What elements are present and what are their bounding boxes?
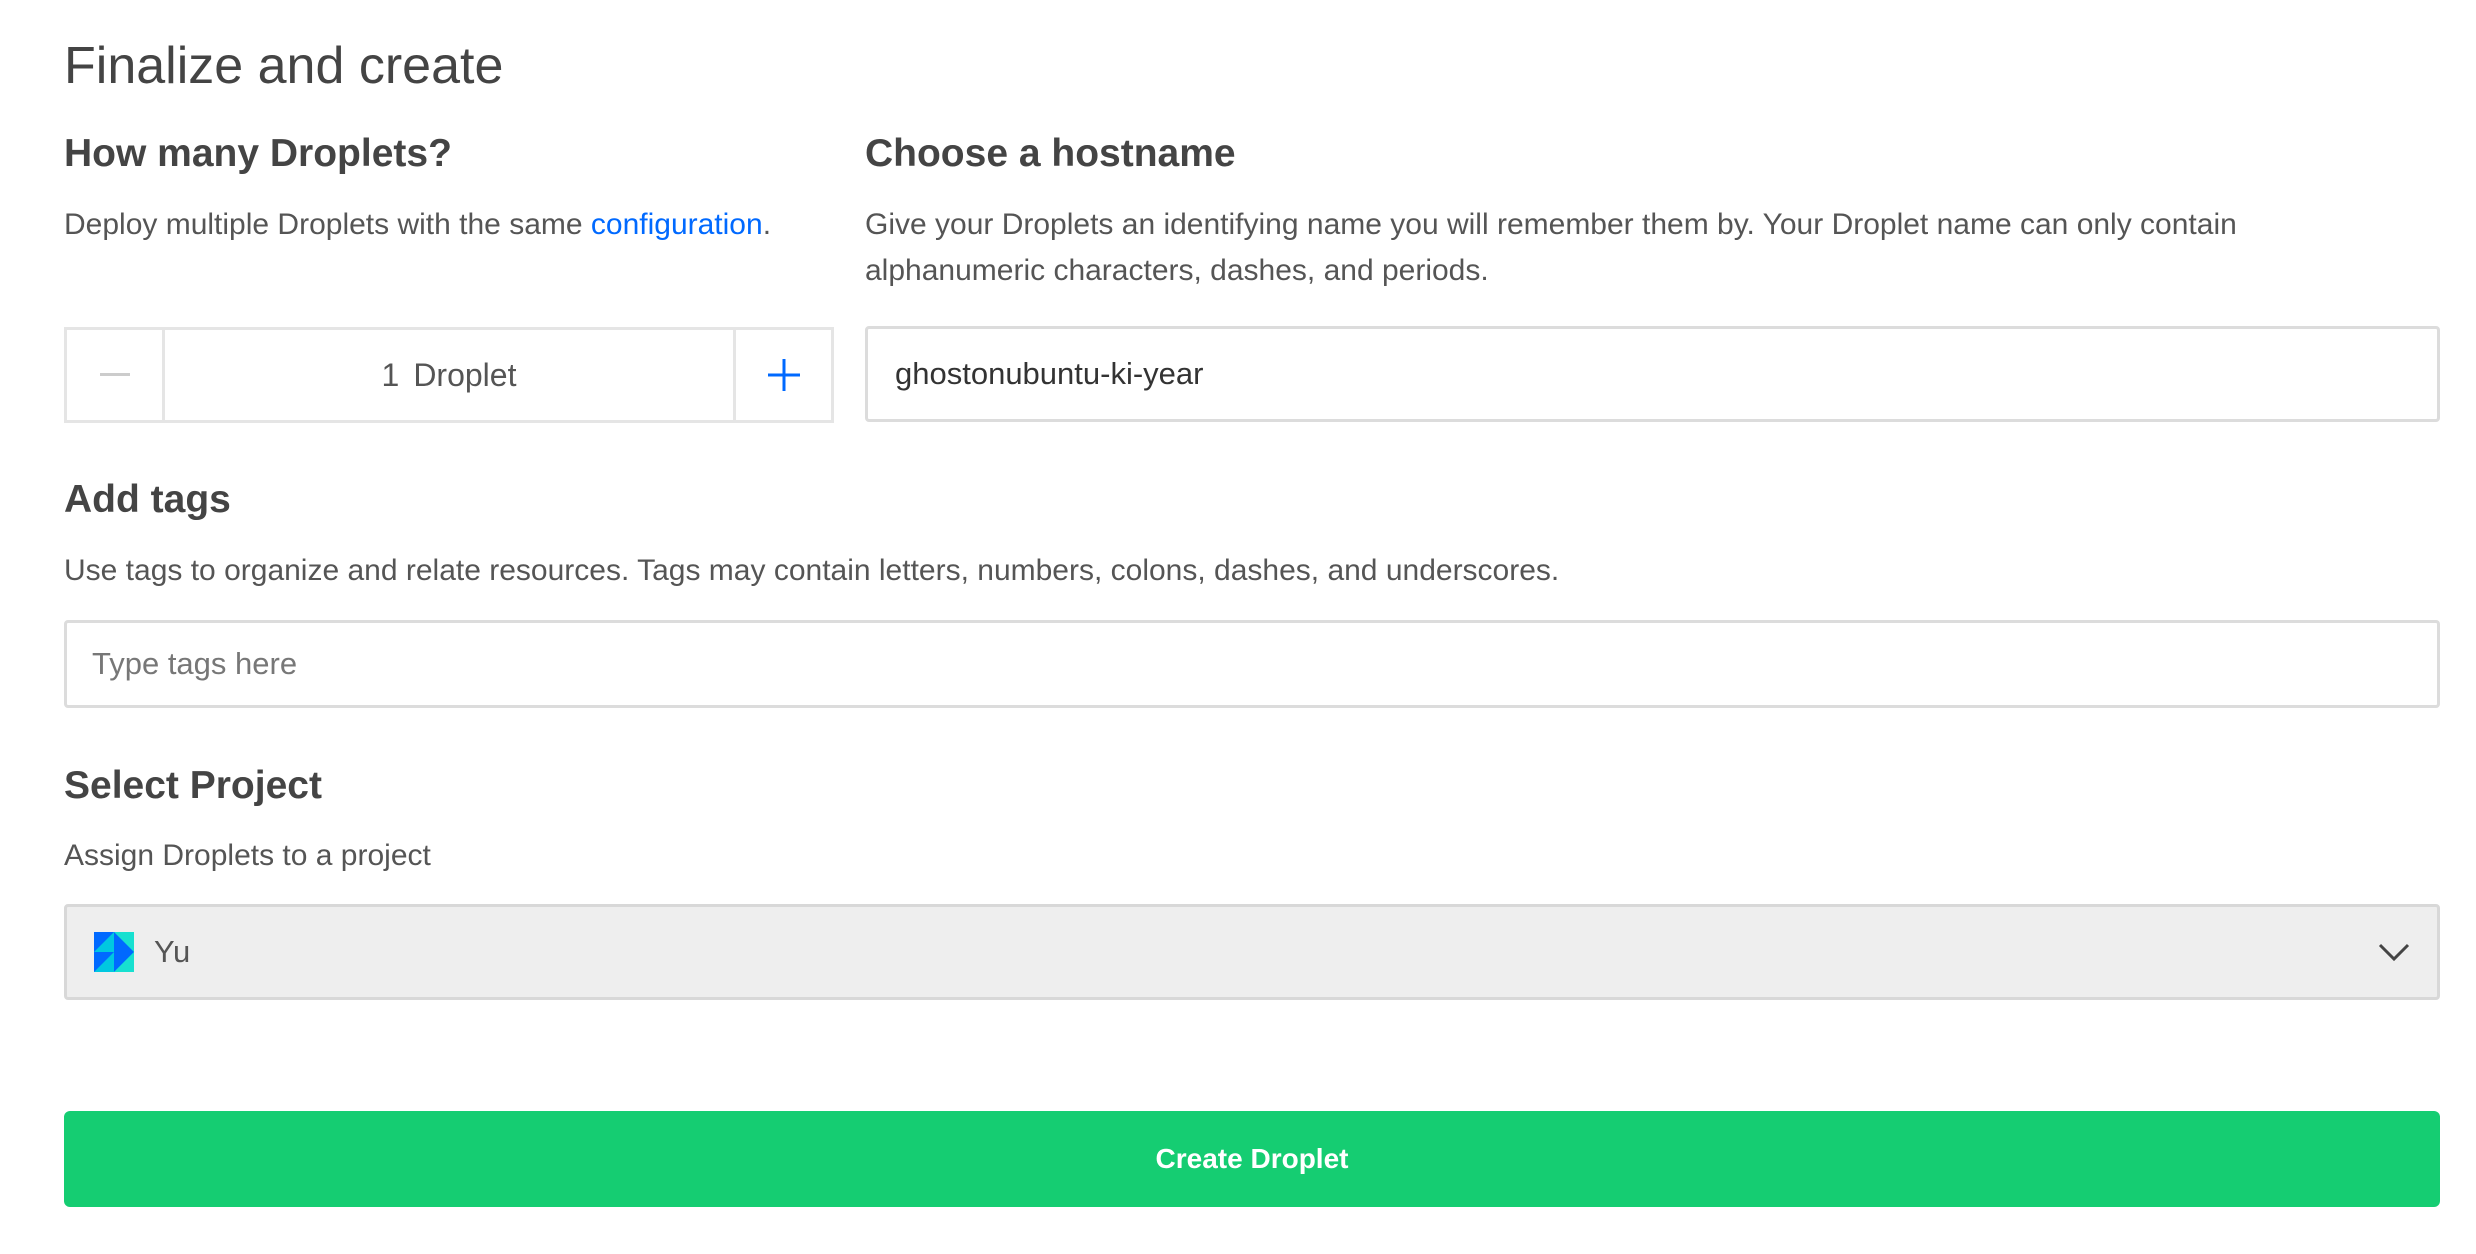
hostname-description-line-2: alphanumeric characters, dashes, and per…: [865, 254, 1489, 287]
hostname-input[interactable]: [865, 326, 2440, 422]
droplet-count-heading: How many Droplets?: [64, 132, 452, 175]
tags-heading: Add tags: [64, 478, 231, 521]
minus-icon: [99, 373, 130, 376]
droplet-count-description: Deploy multiple Droplets with the same c…: [64, 202, 771, 248]
project-select[interactable]: Yu: [64, 904, 2440, 1000]
hostname-description-line-1: Give your Droplets an identifying name y…: [865, 208, 2237, 241]
project-logo-icon: [94, 932, 134, 972]
create-droplet-button[interactable]: Create Droplet: [64, 1111, 2440, 1207]
project-heading: Select Project: [64, 764, 322, 807]
droplet-count-value: 1 Droplet: [165, 330, 733, 420]
project-description: Assign Droplets to a project: [64, 839, 431, 872]
hostname-heading: Choose a hostname: [865, 132, 1236, 175]
finalize-and-create-section: Finalize and create How many Droplets? D…: [0, 0, 2476, 1254]
droplet-count-stepper: 1 Droplet: [64, 327, 834, 423]
plus-icon: [767, 359, 800, 391]
decrement-button[interactable]: [67, 330, 165, 420]
configuration-link[interactable]: configuration: [591, 208, 763, 241]
increment-button[interactable]: [733, 330, 831, 420]
droplet-count-number: 1: [381, 356, 400, 393]
droplet-count-unit: Droplet: [413, 356, 517, 393]
droplet-count-description-suffix: .: [762, 208, 772, 241]
droplet-count-description-text: Deploy multiple Droplets with the same: [64, 208, 591, 241]
project-selected-value: Yu: [154, 934, 191, 969]
chevron-down-icon: [2378, 943, 2410, 962]
tags-input[interactable]: [64, 620, 2440, 708]
page-title: Finalize and create: [64, 37, 504, 95]
tags-description: Use tags to organize and relate resource…: [64, 554, 1560, 587]
